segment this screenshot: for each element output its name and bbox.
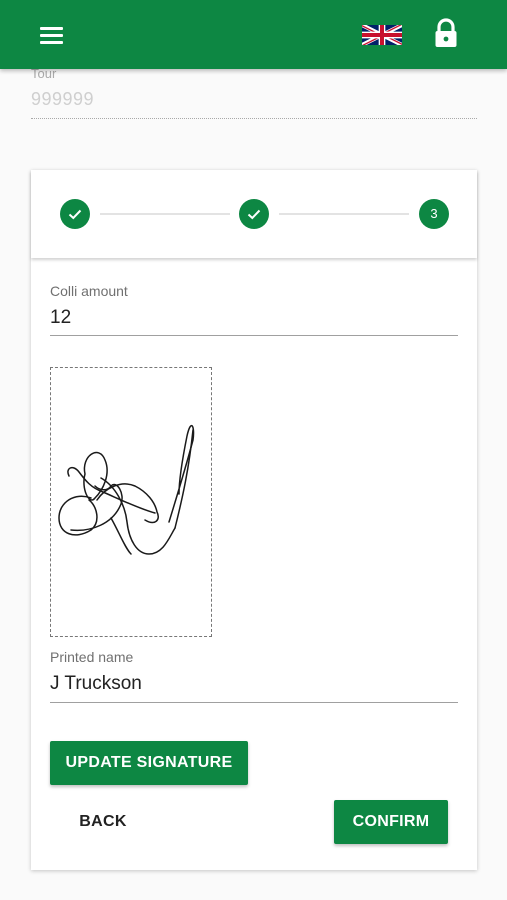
printed-name-underline (50, 702, 458, 703)
stepper: 3 (31, 170, 477, 258)
colli-amount-underline (50, 335, 458, 336)
step-number: 3 (430, 206, 438, 221)
lock-icon (435, 18, 457, 47)
uk-flag-icon (362, 25, 402, 45)
tour-input[interactable]: 999999 (31, 89, 94, 110)
language-button[interactable] (362, 22, 402, 48)
app-bar (0, 0, 507, 69)
tour-underline (31, 118, 477, 119)
menu-button[interactable] (30, 16, 74, 54)
colli-amount-label: Colli amount (50, 283, 128, 299)
signature-drawing (58, 424, 195, 555)
step-2-completed[interactable] (239, 199, 269, 229)
back-button[interactable]: BACK (61, 800, 145, 844)
update-signature-button[interactable]: UPDATE SIGNATURE (50, 741, 248, 785)
delivery-card: 3 Colli amount 12 Printed name J Truckso… (31, 170, 477, 870)
printed-name-input[interactable]: J Truckson (50, 673, 142, 695)
confirm-button[interactable]: CONFIRM (334, 800, 448, 844)
step-1-completed[interactable] (60, 199, 90, 229)
hamburger-line (40, 34, 63, 37)
check-icon (68, 209, 82, 220)
lock-button[interactable] (431, 18, 461, 50)
step-3-active[interactable]: 3 (419, 199, 449, 229)
hamburger-line (40, 41, 63, 44)
check-icon (247, 209, 261, 220)
step-connector (100, 213, 230, 215)
colli-amount-input[interactable]: 12 (50, 307, 71, 329)
signature-box[interactable] (50, 367, 212, 637)
hamburger-menu-icon (40, 27, 63, 30)
step-connector (279, 213, 409, 215)
printed-name-label: Printed name (50, 649, 134, 665)
